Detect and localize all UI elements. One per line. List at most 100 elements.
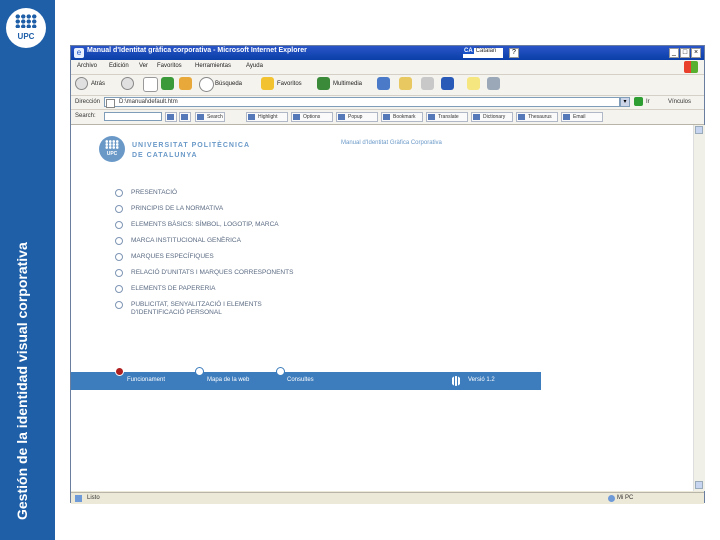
- vertical-scrollbar[interactable]: [693, 125, 705, 491]
- globe-icon: [451, 376, 461, 386]
- ie-icon: e: [74, 48, 84, 58]
- back-arrow-icon[interactable]: [75, 77, 88, 90]
- address-input[interactable]: D:\manual\default.htm: [104, 97, 620, 107]
- footer-consultes[interactable]: Consultes: [287, 377, 314, 383]
- page-status-icon: [75, 495, 82, 502]
- menu-archivo[interactable]: Archivo: [77, 63, 97, 69]
- search-go-icon[interactable]: [165, 112, 177, 122]
- toolbar-button[interactable]: Dictionary: [471, 112, 513, 122]
- search-highlight-icon[interactable]: [179, 112, 191, 122]
- home-icon[interactable]: [179, 77, 192, 90]
- go-button-label[interactable]: Ir: [646, 99, 650, 105]
- menu-edicion[interactable]: Edición: [109, 63, 129, 69]
- footer-mapa-web[interactable]: Mapa de la web: [207, 377, 249, 383]
- university-name-line2: DE CATALUNYA: [132, 152, 198, 159]
- nav-bullet-icon: [115, 205, 123, 213]
- help-icon[interactable]: ?: [509, 48, 519, 58]
- slide-title: Gestión de la identidad visual corporati…: [14, 242, 30, 520]
- nav-bullet-icon: [115, 189, 123, 197]
- computer-zone-icon: [608, 495, 615, 502]
- search-icon[interactable]: [199, 77, 214, 92]
- security-zone-label: Mi PC: [617, 495, 634, 501]
- nav-bullet-icon: [115, 269, 123, 277]
- nav-item-label[interactable]: ELEMENTS DE PAPERERIA: [131, 285, 215, 293]
- title-bar: e Manual d'Identitat gràfica corporativa…: [71, 46, 704, 60]
- stop-icon[interactable]: [143, 77, 158, 92]
- version-label: Versió 1.2: [468, 377, 495, 383]
- go-arrow-icon[interactable]: [634, 97, 643, 106]
- refresh-icon[interactable]: [161, 77, 174, 90]
- nav-item-label[interactable]: RELACIÓ D'UNITATS I MARQUES CORRESPONENT…: [131, 269, 293, 277]
- nav-bullet-icon: [115, 301, 123, 309]
- nav-item-publicitat[interactable]: PUBLICITAT, SENYALITZACIÓ I ELEMENTS D'ID…: [115, 300, 345, 320]
- favorites-star-icon[interactable]: [261, 77, 274, 90]
- mail-icon[interactable]: [399, 77, 412, 90]
- nav-item-elements-basics[interactable]: ELEMENTS BÀSICS: SÍMBOL, LOGOTIP, MARCA: [115, 220, 345, 234]
- close-button[interactable]: ×: [691, 48, 701, 58]
- nav-bullet-icon: [115, 221, 123, 229]
- nav-item-label[interactable]: MARCA INSTITUCIONAL GENÈRICA: [131, 237, 241, 245]
- upc-page-logo[interactable]: UPC: [99, 136, 125, 162]
- nav-item-presentacio[interactable]: PRESENTACIÓ: [115, 188, 345, 202]
- nav-bullet-icon: [115, 253, 123, 261]
- manual-title: Manual d'Identitat Gràfica Corporativa: [341, 140, 442, 146]
- scroll-up-icon[interactable]: [695, 126, 703, 134]
- menu-bar: Archivo Edición Ver Favoritos Herramient…: [71, 60, 704, 75]
- language-name: Catalan: [475, 48, 497, 54]
- search-toolbar: Search: Search Highlight Options Popup B…: [71, 110, 704, 125]
- toolbar-button[interactable]: Popup: [336, 112, 378, 122]
- bullet-icon: [276, 367, 285, 376]
- language-indicator[interactable]: CA Catalan: [463, 48, 503, 58]
- menu-favoritos[interactable]: Favoritos: [157, 63, 182, 69]
- slide-side-band: UPC Gestión de la identidad visual corpo…: [0, 0, 55, 540]
- menu-ayuda[interactable]: Ayuda: [246, 63, 263, 69]
- favorites-button-label[interactable]: Favoritos: [277, 81, 302, 87]
- window-title: Manual d'Identitat gràfica corporativa -…: [87, 47, 307, 54]
- multimedia-icon[interactable]: [317, 77, 330, 90]
- toolbar-button[interactable]: Bookmark: [381, 112, 423, 122]
- back-button-label[interactable]: Atrás: [91, 81, 105, 87]
- forward-arrow-icon[interactable]: [121, 77, 134, 90]
- menu-ver[interactable]: Ver: [139, 63, 148, 69]
- multimedia-button-label[interactable]: Multimedia: [333, 81, 362, 87]
- discuss-icon[interactable]: [467, 77, 480, 90]
- search-button-label[interactable]: Búsqueda: [215, 81, 242, 87]
- nav-bullet-icon: [115, 285, 123, 293]
- history-icon[interactable]: [377, 77, 390, 90]
- nav-item-label[interactable]: MARQUES ESPECÍFIQUES: [131, 253, 214, 261]
- nav-item-marca-institucional[interactable]: MARCA INSTITUCIONAL GENÈRICA: [115, 236, 345, 250]
- nav-item-marques-especifiques[interactable]: MARQUES ESPECÍFIQUES: [115, 252, 345, 266]
- word-edit-icon[interactable]: [441, 77, 454, 90]
- nav-item-label[interactable]: PRESENTACIÓ: [131, 189, 177, 197]
- messenger-icon[interactable]: [487, 77, 500, 90]
- print-icon[interactable]: [421, 77, 434, 90]
- footer-funcionament[interactable]: Funcionament: [127, 377, 165, 383]
- toolbar-button[interactable]: Translate: [426, 112, 468, 122]
- nav-item-principis[interactable]: PRINCIPIS DE LA NORMATIVA: [115, 204, 345, 218]
- minimize-button[interactable]: _: [669, 48, 679, 58]
- toolbar-button[interactable]: Search: [195, 112, 225, 122]
- university-name: UNIVERSITAT POLITÈCNICA DE CATALUNYA: [132, 141, 250, 161]
- nav-item-elements-papereria[interactable]: ELEMENTS DE PAPERERIA: [115, 284, 345, 298]
- nav-item-relacio-unitats[interactable]: RELACIÓ D'UNITATS I MARQUES CORRESPONENT…: [115, 268, 345, 282]
- nav-item-label[interactable]: ELEMENTS BÀSICS: SÍMBOL, LOGOTIP, MARCA: [131, 221, 279, 229]
- page-viewport: UPC UNIVERSITAT POLITÈCNICA DE CATALUNYA…: [71, 125, 693, 491]
- maximize-button[interactable]: □: [680, 48, 690, 58]
- browser-window: e Manual d'Identitat gràfica corporativa…: [70, 45, 705, 504]
- upc-page-logo-text: UPC: [106, 151, 118, 157]
- nav-item-label[interactable]: PUBLICITAT, SENYALITZACIÓ I ELEMENTS D'ID…: [131, 301, 262, 317]
- search-input[interactable]: [104, 112, 162, 121]
- toolbar-button[interactable]: Thesaurus: [516, 112, 558, 122]
- toolbar-button[interactable]: Highlight: [246, 112, 288, 122]
- university-name-line1: UNIVERSITAT POLITÈCNICA: [132, 142, 251, 149]
- scroll-down-icon[interactable]: [695, 481, 703, 489]
- toolbar-button[interactable]: Options: [291, 112, 333, 122]
- menu-herramientas[interactable]: Herramientas: [195, 63, 231, 69]
- address-dropdown-icon[interactable]: ▾: [620, 97, 630, 107]
- links-label[interactable]: Vínculos: [668, 99, 691, 105]
- upc-logo-dots: [15, 14, 37, 28]
- address-label: Dirección: [75, 99, 101, 105]
- upc-page-logo-dots: [105, 140, 119, 149]
- toolbar-button[interactable]: Email: [561, 112, 603, 122]
- nav-item-label[interactable]: PRINCIPIS DE LA NORMATIVA: [131, 205, 223, 213]
